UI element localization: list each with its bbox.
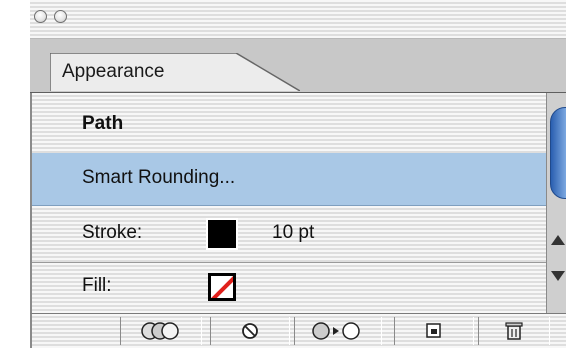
smart-rounding-label: Smart Rounding... (82, 167, 236, 188)
clear-appearance-button[interactable] (210, 317, 290, 345)
path-label: Path (82, 113, 124, 134)
vertical-scrollbar[interactable] (546, 93, 566, 313)
appearance-panel: Appearance Path Smart Rounding... Stroke… (30, 0, 566, 348)
list-item-path[interactable]: Path (32, 93, 548, 154)
duplicate-item-button[interactable] (394, 317, 474, 345)
delete-item-button[interactable] (478, 317, 550, 345)
duplicate-item-icon (426, 323, 441, 338)
panel-titlebar[interactable] (30, 0, 566, 39)
tab-appearance[interactable]: Appearance (50, 53, 300, 91)
stroke-color-swatch[interactable] (206, 218, 238, 250)
fill-label: Fill: (82, 275, 112, 296)
scroll-down-arrow-icon[interactable] (551, 271, 565, 281)
stroke-weight-value: 10 pt (272, 222, 315, 243)
panel-bottom-toolbar (30, 313, 566, 348)
fill-none-swatch[interactable] (208, 273, 236, 301)
none-slash-icon (211, 276, 233, 298)
reduce-to-basic-appearance-button[interactable] (294, 317, 382, 345)
stroke-label: Stroke: (82, 222, 143, 243)
delete-item-icon (505, 322, 523, 340)
clear-appearance-icon (242, 323, 258, 339)
new-art-basic-appearance-icon (141, 322, 179, 340)
minimize-window-button[interactable] (54, 10, 67, 23)
scroll-thumb[interactable] (550, 107, 566, 199)
appearance-list: Path Smart Rounding... Stroke: 10 pt Fil… (30, 93, 548, 314)
tab-strip: Appearance (30, 39, 566, 94)
list-item-stroke[interactable]: Stroke: 10 pt (32, 206, 548, 263)
scroll-up-arrow-icon[interactable] (551, 235, 565, 245)
reduce-to-basic-appearance-icon (312, 322, 360, 340)
tab-appearance-label: Appearance (62, 61, 165, 82)
list-item-fill[interactable]: Fill: (32, 263, 548, 314)
list-item-smart-rounding[interactable]: Smart Rounding... (32, 153, 548, 206)
new-art-basic-appearance-button[interactable] (120, 317, 202, 345)
close-window-button[interactable] (34, 10, 47, 23)
